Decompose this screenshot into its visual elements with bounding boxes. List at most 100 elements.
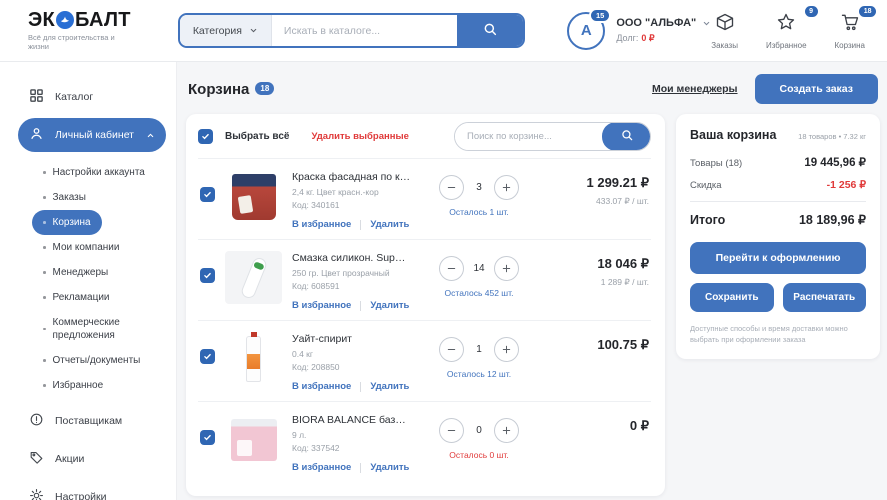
cart-search-button[interactable]: [602, 122, 650, 150]
increase-quantity-button[interactable]: [494, 256, 519, 281]
favorites-nav[interactable]: 9 Избранное: [766, 5, 818, 50]
grid-icon: [29, 88, 44, 106]
increase-quantity-button[interactable]: [494, 175, 519, 200]
summary-meta: 18 товаров • 7.32 кг: [798, 132, 866, 141]
catalog-search-button[interactable]: [457, 15, 524, 46]
item-code: Код: 337542: [292, 443, 340, 453]
page-header: Корзина 18 Мои менеджеры Создать заказ: [188, 74, 878, 104]
sidebar-item-account[interactable]: Личный кабинет: [18, 118, 166, 152]
item-subtitle: 9 л.: [292, 430, 307, 440]
item-info: Краска фасадная по кирпичу акриловая Пре…: [292, 170, 411, 230]
sidebar-subitem-commercial-offers[interactable]: Коммерческие предложения: [32, 310, 166, 348]
divider: [360, 462, 362, 473]
debt-line: Долг: 0 ₽: [616, 33, 711, 44]
top-header: ЭК БАЛТ Всё для строительства и жизни Кат…: [0, 0, 887, 62]
summary-title: Ваша корзина: [690, 128, 777, 142]
remove-item-link[interactable]: Удалить: [370, 462, 409, 473]
cart-nav[interactable]: 18 Корзина: [835, 5, 876, 50]
delete-selected-link[interactable]: Удалить выбранные: [311, 131, 408, 142]
item-info: Уайт-спирит 0.4 кг Код: 208850 В избранн…: [292, 332, 411, 392]
item-subtitle: 0.4 кг: [292, 349, 313, 359]
chevron-down-icon: [702, 19, 711, 28]
product-image[interactable]: [225, 332, 282, 385]
remove-item-link[interactable]: Удалить: [370, 219, 409, 230]
remove-item-link[interactable]: Удалить: [370, 381, 409, 392]
item-code: Код: 340161: [292, 200, 340, 210]
sidebar-subitem-favorites[interactable]: Избранное: [32, 373, 166, 398]
sidebar-subitem-account-settings[interactable]: Настройки аккаунта: [32, 160, 166, 185]
avatar: A 15: [567, 7, 612, 50]
product-image[interactable]: [225, 413, 282, 466]
gear-icon: [29, 488, 44, 500]
item-checkbox[interactable]: [200, 430, 215, 445]
cart-search-bar: [454, 121, 651, 151]
item-title: BIORA BALANCE база 3 интерьерная краска: [292, 414, 411, 426]
cart-count-badge: 18: [255, 81, 275, 95]
decrease-quantity-button[interactable]: [439, 418, 464, 443]
catalog-search-input[interactable]: [271, 15, 458, 46]
sidebar-item-suppliers[interactable]: Поставщикам: [18, 404, 166, 438]
increase-quantity-button[interactable]: [494, 337, 519, 362]
product-image[interactable]: [225, 251, 282, 304]
logo-tagline: Всё для строительства и жизни: [28, 33, 115, 51]
select-all-checkbox[interactable]: [198, 128, 213, 144]
products-label: Товары (18): [690, 158, 743, 169]
account-menu[interactable]: A 15 ООО "АЛЬФА" Долг: 0 ₽: [567, 7, 711, 50]
sidebar-subitem-claims[interactable]: Рекламации: [32, 285, 166, 310]
add-to-favorites-link[interactable]: В избранное: [292, 300, 351, 311]
sidebar: Каталог Личный кабинет Настройки аккаунт…: [0, 62, 177, 500]
sidebar-item-settings[interactable]: Настройки: [18, 480, 166, 500]
debt-label: Долг:: [616, 33, 639, 43]
box-icon: [715, 12, 735, 37]
total-value: 18 189,96 ₽: [798, 213, 866, 227]
sidebar-subitem-managers[interactable]: Менеджеры: [32, 260, 166, 285]
sidebar-subitem-orders[interactable]: Заказы: [32, 185, 166, 210]
decrease-quantity-button[interactable]: [439, 256, 464, 281]
sidebar-subitem-cart[interactable]: Корзина: [32, 210, 102, 235]
add-to-favorites-link[interactable]: В избранное: [292, 381, 351, 392]
add-to-favorites-link[interactable]: В избранное: [292, 219, 351, 230]
sidebar-subitem-reports[interactable]: Отчеты/документы: [32, 348, 166, 373]
delivery-note: Доступные способы и время доставки можно…: [690, 324, 848, 345]
star-icon: [776, 12, 796, 37]
create-order-button[interactable]: Создать заказ: [754, 74, 878, 104]
checkout-button[interactable]: Перейти к оформлению: [690, 242, 866, 274]
item-checkbox[interactable]: [200, 187, 215, 202]
page-title: Корзина 18: [188, 81, 275, 98]
page: ЭК БАЛТ Всё для строительства и жизни Кат…: [0, 0, 887, 500]
products-value: 19 445,96 ₽: [804, 157, 866, 169]
cart-search-input[interactable]: [455, 122, 603, 150]
item-checkbox[interactable]: [200, 268, 215, 283]
orders-nav[interactable]: Заказы: [711, 12, 738, 50]
account-info: ООО "АЛЬФА" Долг: 0 ₽: [616, 17, 711, 44]
item-total-price: 0 ₽: [629, 418, 649, 433]
chevron-up-icon: [146, 131, 155, 140]
sidebar-item-promos[interactable]: Акции: [18, 442, 166, 476]
item-checkbox[interactable]: [200, 349, 215, 364]
sidebar-item-catalog[interactable]: Каталог: [18, 80, 166, 114]
search-icon: [620, 128, 634, 145]
print-cart-button[interactable]: Распечатать: [782, 283, 866, 312]
increase-quantity-button[interactable]: [494, 418, 519, 443]
save-cart-button[interactable]: Сохранить: [690, 283, 774, 312]
category-dropdown[interactable]: Категория: [179, 15, 272, 46]
favorites-badge: 9: [804, 5, 818, 17]
total-label: Итого: [690, 213, 726, 227]
divider: [360, 381, 362, 392]
decrease-quantity-button[interactable]: [439, 175, 464, 200]
logo[interactable]: ЭК БАЛТ Всё для строительства и жизни: [28, 10, 131, 51]
cart-icon: [840, 12, 860, 37]
sidebar-subitem-companies[interactable]: Мои компании: [32, 235, 166, 260]
discount-value: -1 256 ₽: [826, 179, 866, 191]
price-block: 100.75 ₽: [547, 337, 651, 358]
product-image[interactable]: [225, 170, 282, 223]
stock-status: Осталось 12 шт.: [446, 369, 512, 379]
sidebar-promos-label: Акции: [55, 453, 85, 465]
select-all-label[interactable]: Выбрать всё: [225, 131, 289, 142]
cart-toolbar: Выбрать всё Удалить выбранные: [198, 114, 651, 158]
add-to-favorites-link[interactable]: В избранное: [292, 462, 351, 473]
decrease-quantity-button[interactable]: [439, 337, 464, 362]
my-managers-link[interactable]: Мои менеджеры: [652, 83, 738, 95]
person-icon: [29, 126, 44, 144]
remove-item-link[interactable]: Удалить: [370, 300, 409, 311]
